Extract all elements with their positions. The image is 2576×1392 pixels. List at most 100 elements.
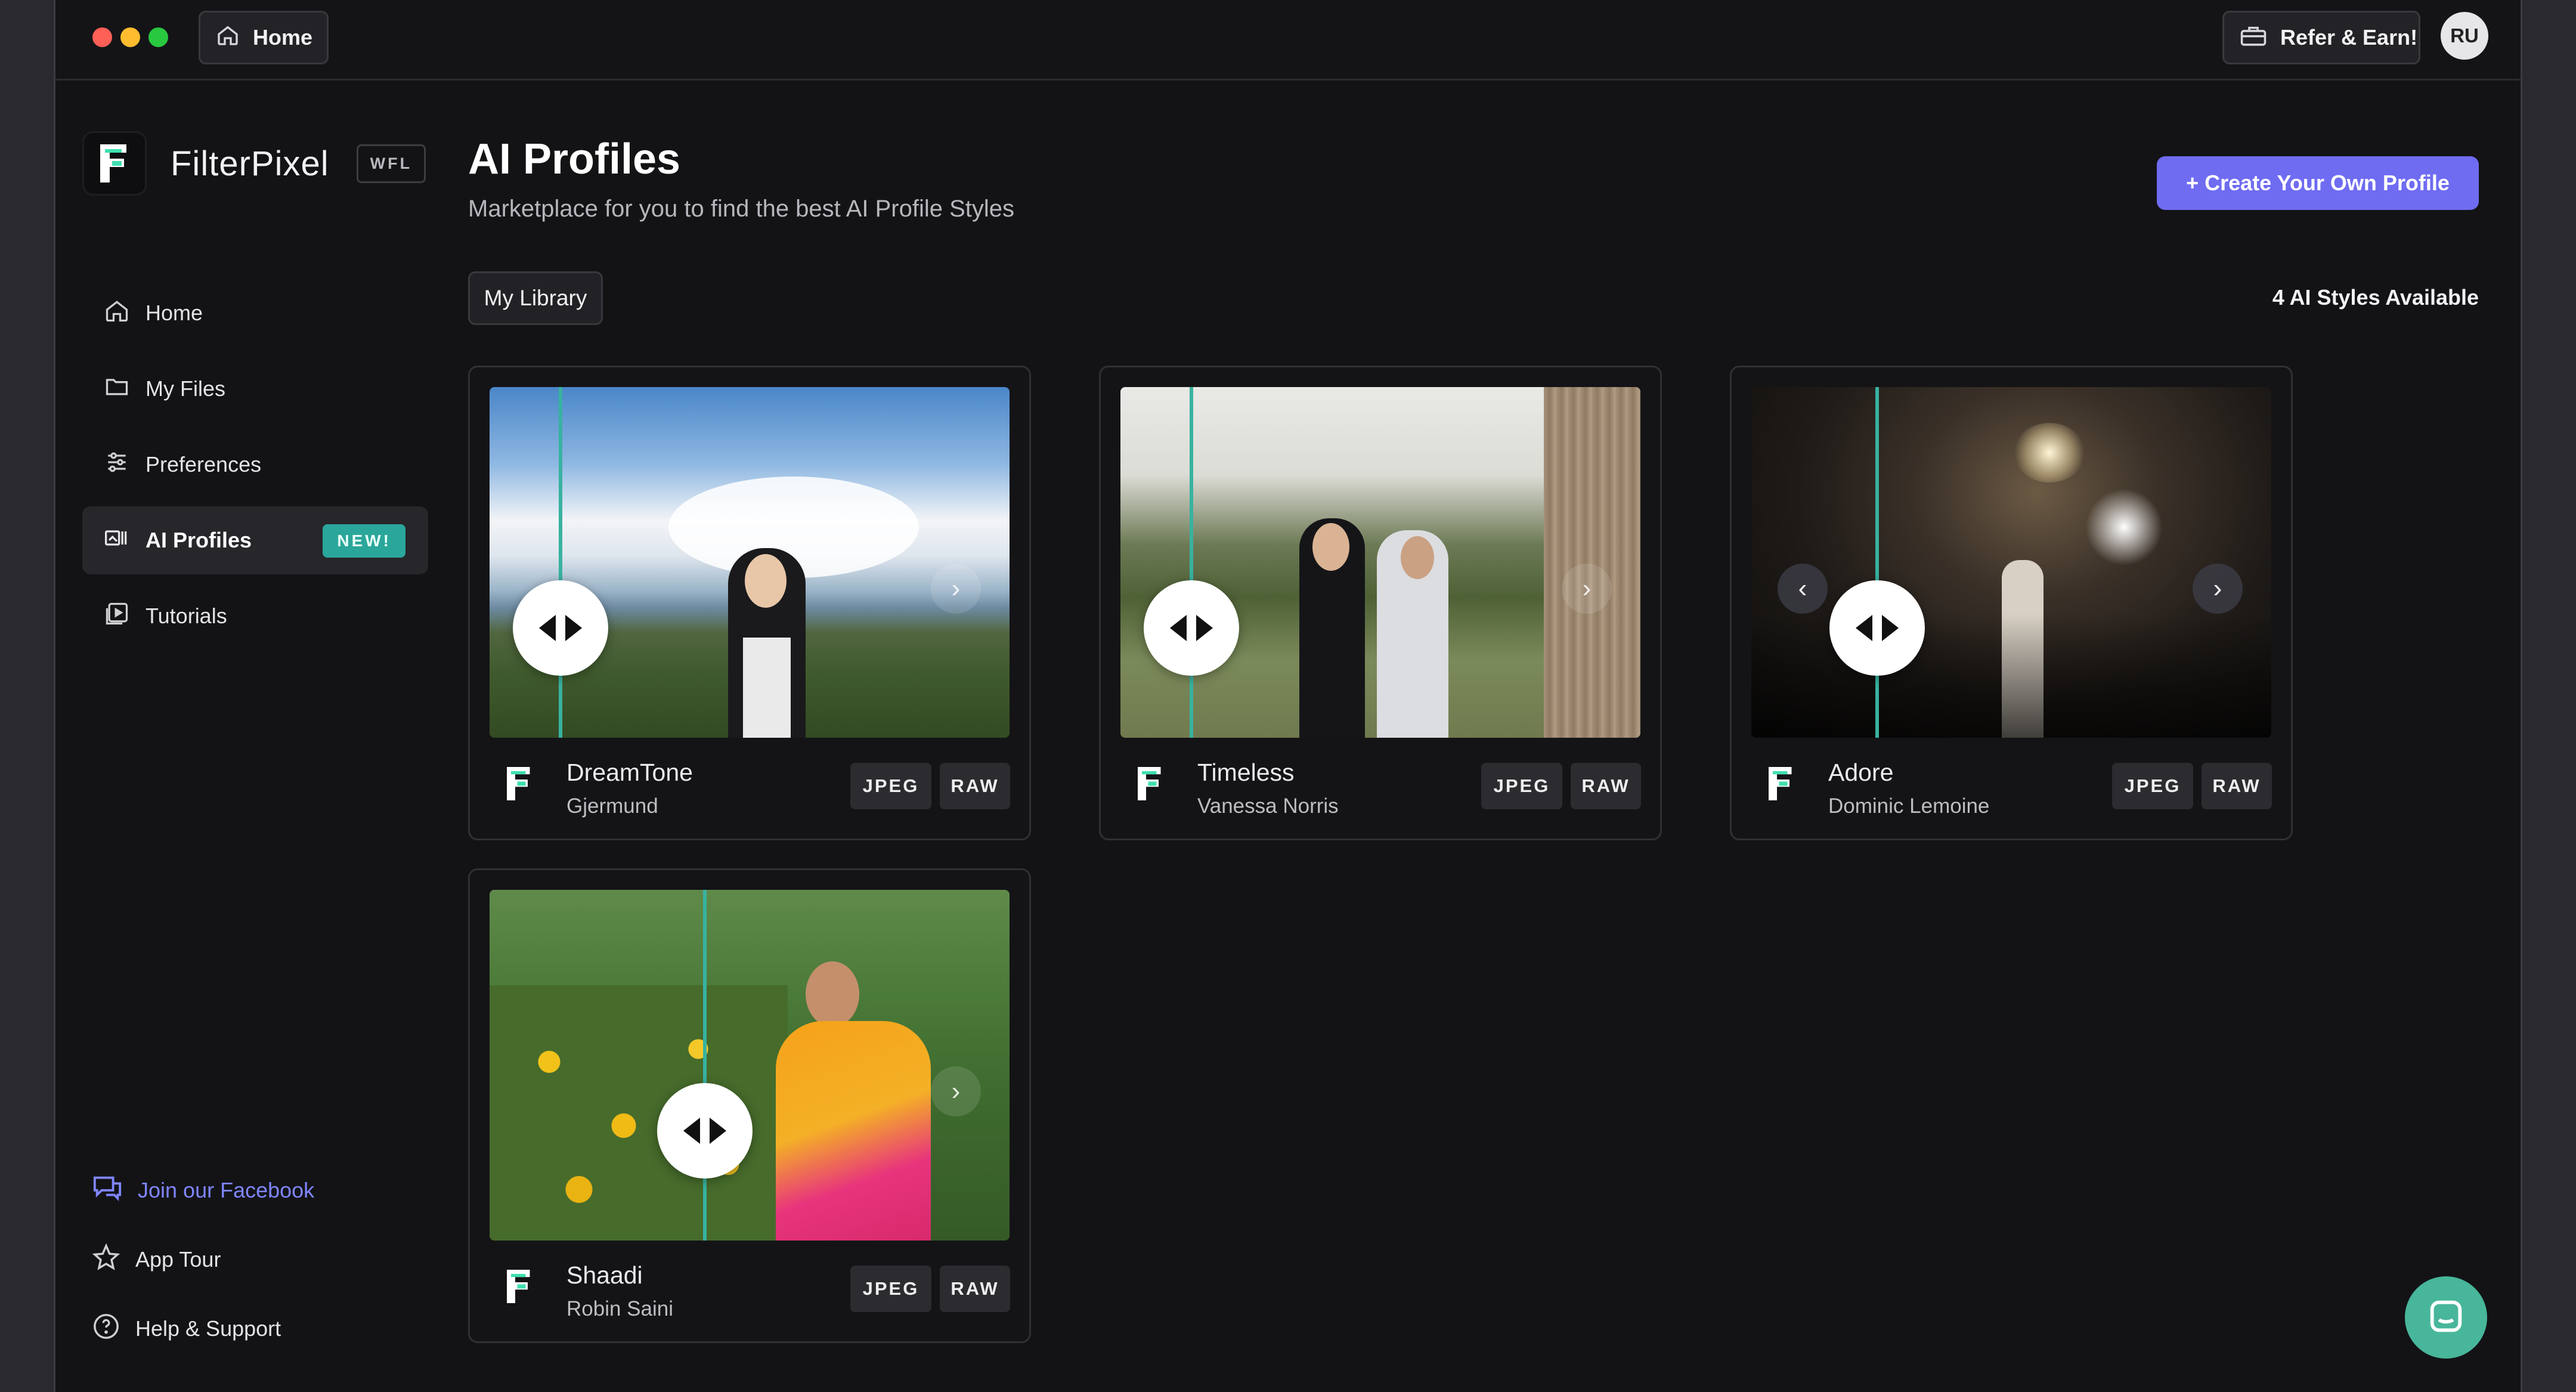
- sliders-icon: [104, 449, 130, 481]
- refer-earn-button[interactable]: Refer & Earn!: [2222, 11, 2420, 64]
- filterpixel-logo-icon: [82, 131, 147, 196]
- gallery-icon: [104, 525, 130, 556]
- chevron-right-icon: ›: [951, 1077, 961, 1106]
- sidebar-nav: Home My Files Preferences AI Profiles NE…: [82, 279, 428, 658]
- format-badge-jpeg: JPEG: [850, 1266, 931, 1312]
- format-badge-raw: RAW: [940, 763, 1010, 809]
- profile-preview-image: ‹ ›: [1751, 387, 2271, 738]
- styles-count: 4 AI Styles Available: [2272, 285, 2479, 310]
- sidebar-item-label: Preferences: [145, 452, 262, 477]
- sidebar: FilterPixel WFL Home My Files Preference…: [55, 82, 473, 1392]
- page-title: AI Profiles: [468, 135, 681, 183]
- create-profile-button[interactable]: + Create Your Own Profile: [2157, 156, 2479, 210]
- compare-slider-handle[interactable]: [1829, 580, 1925, 676]
- sidebar-item-tutorials[interactable]: Tutorials: [82, 582, 428, 650]
- sidebar-item-my-files[interactable]: My Files: [82, 355, 428, 423]
- filterpixel-logo-icon: [1134, 764, 1167, 806]
- maximize-window-button[interactable]: [148, 27, 168, 47]
- star-icon: [92, 1242, 120, 1276]
- sidebar-item-label: My Files: [145, 376, 225, 401]
- arrow-right-icon: [710, 1118, 726, 1144]
- close-window-button[interactable]: [92, 27, 112, 47]
- compare-divider: [1875, 387, 1879, 738]
- profile-author: Vanessa Norris: [1197, 794, 1339, 818]
- arrow-right-icon: [1882, 615, 1899, 641]
- profile-name: Timeless: [1197, 759, 1295, 786]
- format-badge-raw: RAW: [2202, 763, 2272, 809]
- profile-preview-image: ›: [490, 387, 1010, 738]
- compare-slider-handle[interactable]: [1144, 580, 1239, 676]
- arrow-left-icon: [1170, 615, 1187, 641]
- sidebar-item-ai-profiles[interactable]: AI Profiles NEW!: [82, 506, 428, 574]
- play-icon: [104, 601, 130, 632]
- main-content: AI Profiles Marketplace for you to find …: [468, 82, 2521, 1392]
- join-facebook-link[interactable]: Join our Facebook: [92, 1156, 314, 1225]
- profile-card-dreamtone[interactable]: › DreamTone Gjermund JPEG RAW: [468, 366, 1031, 840]
- minimize-window-button[interactable]: [120, 27, 140, 47]
- profile-preview-image: ›: [490, 890, 1010, 1241]
- profile-card-adore[interactable]: ‹ › Adore Dominic Lemoine JPEG RAW: [1730, 366, 2293, 840]
- support-chat-button[interactable]: [2405, 1276, 2487, 1359]
- filterpixel-logo-icon: [503, 764, 536, 806]
- new-badge: NEW!: [323, 524, 405, 558]
- profile-author: Dominic Lemoine: [1828, 794, 1990, 818]
- profile-name: DreamTone: [566, 759, 693, 786]
- profile-card-shaadi[interactable]: › Shaadi Robin Saini JPEG RAW: [468, 868, 1031, 1343]
- help-support-label: Help & Support: [135, 1316, 281, 1341]
- gift-icon: [2240, 23, 2267, 52]
- chevron-right-icon: ›: [2213, 574, 2222, 603]
- app-tour-link[interactable]: App Tour: [92, 1225, 314, 1294]
- folder-icon: [104, 373, 130, 405]
- user-avatar[interactable]: RU: [2441, 12, 2488, 60]
- help-icon: [92, 1313, 120, 1345]
- arrow-right-icon: [1196, 615, 1213, 641]
- next-image-button[interactable]: ›: [2193, 564, 2243, 614]
- page-subtitle: Marketplace for you to find the best AI …: [468, 196, 1015, 222]
- my-library-button[interactable]: My Library: [468, 271, 603, 325]
- app-window: Home Refer & Earn! RU FilterPixel WFL Ho…: [54, 0, 2522, 1392]
- compare-slider-handle[interactable]: [513, 580, 608, 676]
- refer-earn-label: Refer & Earn!: [2280, 25, 2418, 50]
- sidebar-item-label: Tutorials: [145, 604, 227, 628]
- sidebar-footer: Join our Facebook App Tour Help & Suppor…: [92, 1156, 314, 1363]
- help-support-link[interactable]: Help & Support: [92, 1294, 314, 1363]
- profile-card-timeless[interactable]: › Timeless Vanessa Norris JPEG RAW: [1099, 366, 1662, 840]
- filterpixel-logo-icon: [1764, 764, 1798, 806]
- sidebar-item-label: AI Profiles: [145, 528, 252, 552]
- chevron-right-icon: ›: [951, 574, 961, 603]
- format-badge-raw: RAW: [1571, 763, 1641, 809]
- format-badge-jpeg: JPEG: [1481, 763, 1562, 809]
- arrow-right-icon: [565, 615, 582, 641]
- sidebar-item-label: Home: [145, 301, 203, 325]
- previous-image-button[interactable]: ‹: [1778, 564, 1828, 614]
- title-bar: Home Refer & Earn! RU: [55, 0, 2521, 81]
- compare-divider: [703, 890, 707, 1241]
- arrow-left-icon: [683, 1118, 700, 1144]
- profile-preview-image: ›: [1120, 387, 1640, 738]
- chat-icon: [92, 1175, 122, 1207]
- next-image-button[interactable]: ›: [931, 564, 981, 614]
- format-badge-jpeg: JPEG: [2112, 763, 2193, 809]
- join-facebook-label: Join our Facebook: [138, 1178, 315, 1202]
- arrow-left-icon: [539, 615, 556, 641]
- arrow-left-icon: [1856, 615, 1872, 641]
- home-icon: [216, 23, 240, 52]
- compare-slider-handle[interactable]: [657, 1083, 753, 1178]
- brand: FilterPixel WFL: [82, 131, 426, 196]
- home-icon: [104, 298, 130, 329]
- compare-divider: [559, 387, 562, 738]
- format-badge-jpeg: JPEG: [850, 763, 931, 809]
- home-tab[interactable]: Home: [199, 11, 329, 64]
- sidebar-item-home[interactable]: Home: [82, 279, 428, 347]
- sidebar-item-preferences[interactable]: Preferences: [82, 431, 428, 499]
- profile-name: Shaadi: [566, 1261, 643, 1289]
- chevron-left-icon: ‹: [1798, 574, 1807, 603]
- window-controls: [92, 27, 168, 47]
- chat-bubble-icon: [2425, 1295, 2467, 1340]
- next-image-button[interactable]: ›: [1562, 564, 1612, 614]
- home-tab-label: Home: [253, 25, 313, 50]
- profile-name: Adore: [1828, 759, 1894, 786]
- next-image-button[interactable]: ›: [931, 1066, 981, 1116]
- profile-author: Robin Saini: [566, 1297, 673, 1320]
- workspace-tag: WFL: [356, 144, 426, 183]
